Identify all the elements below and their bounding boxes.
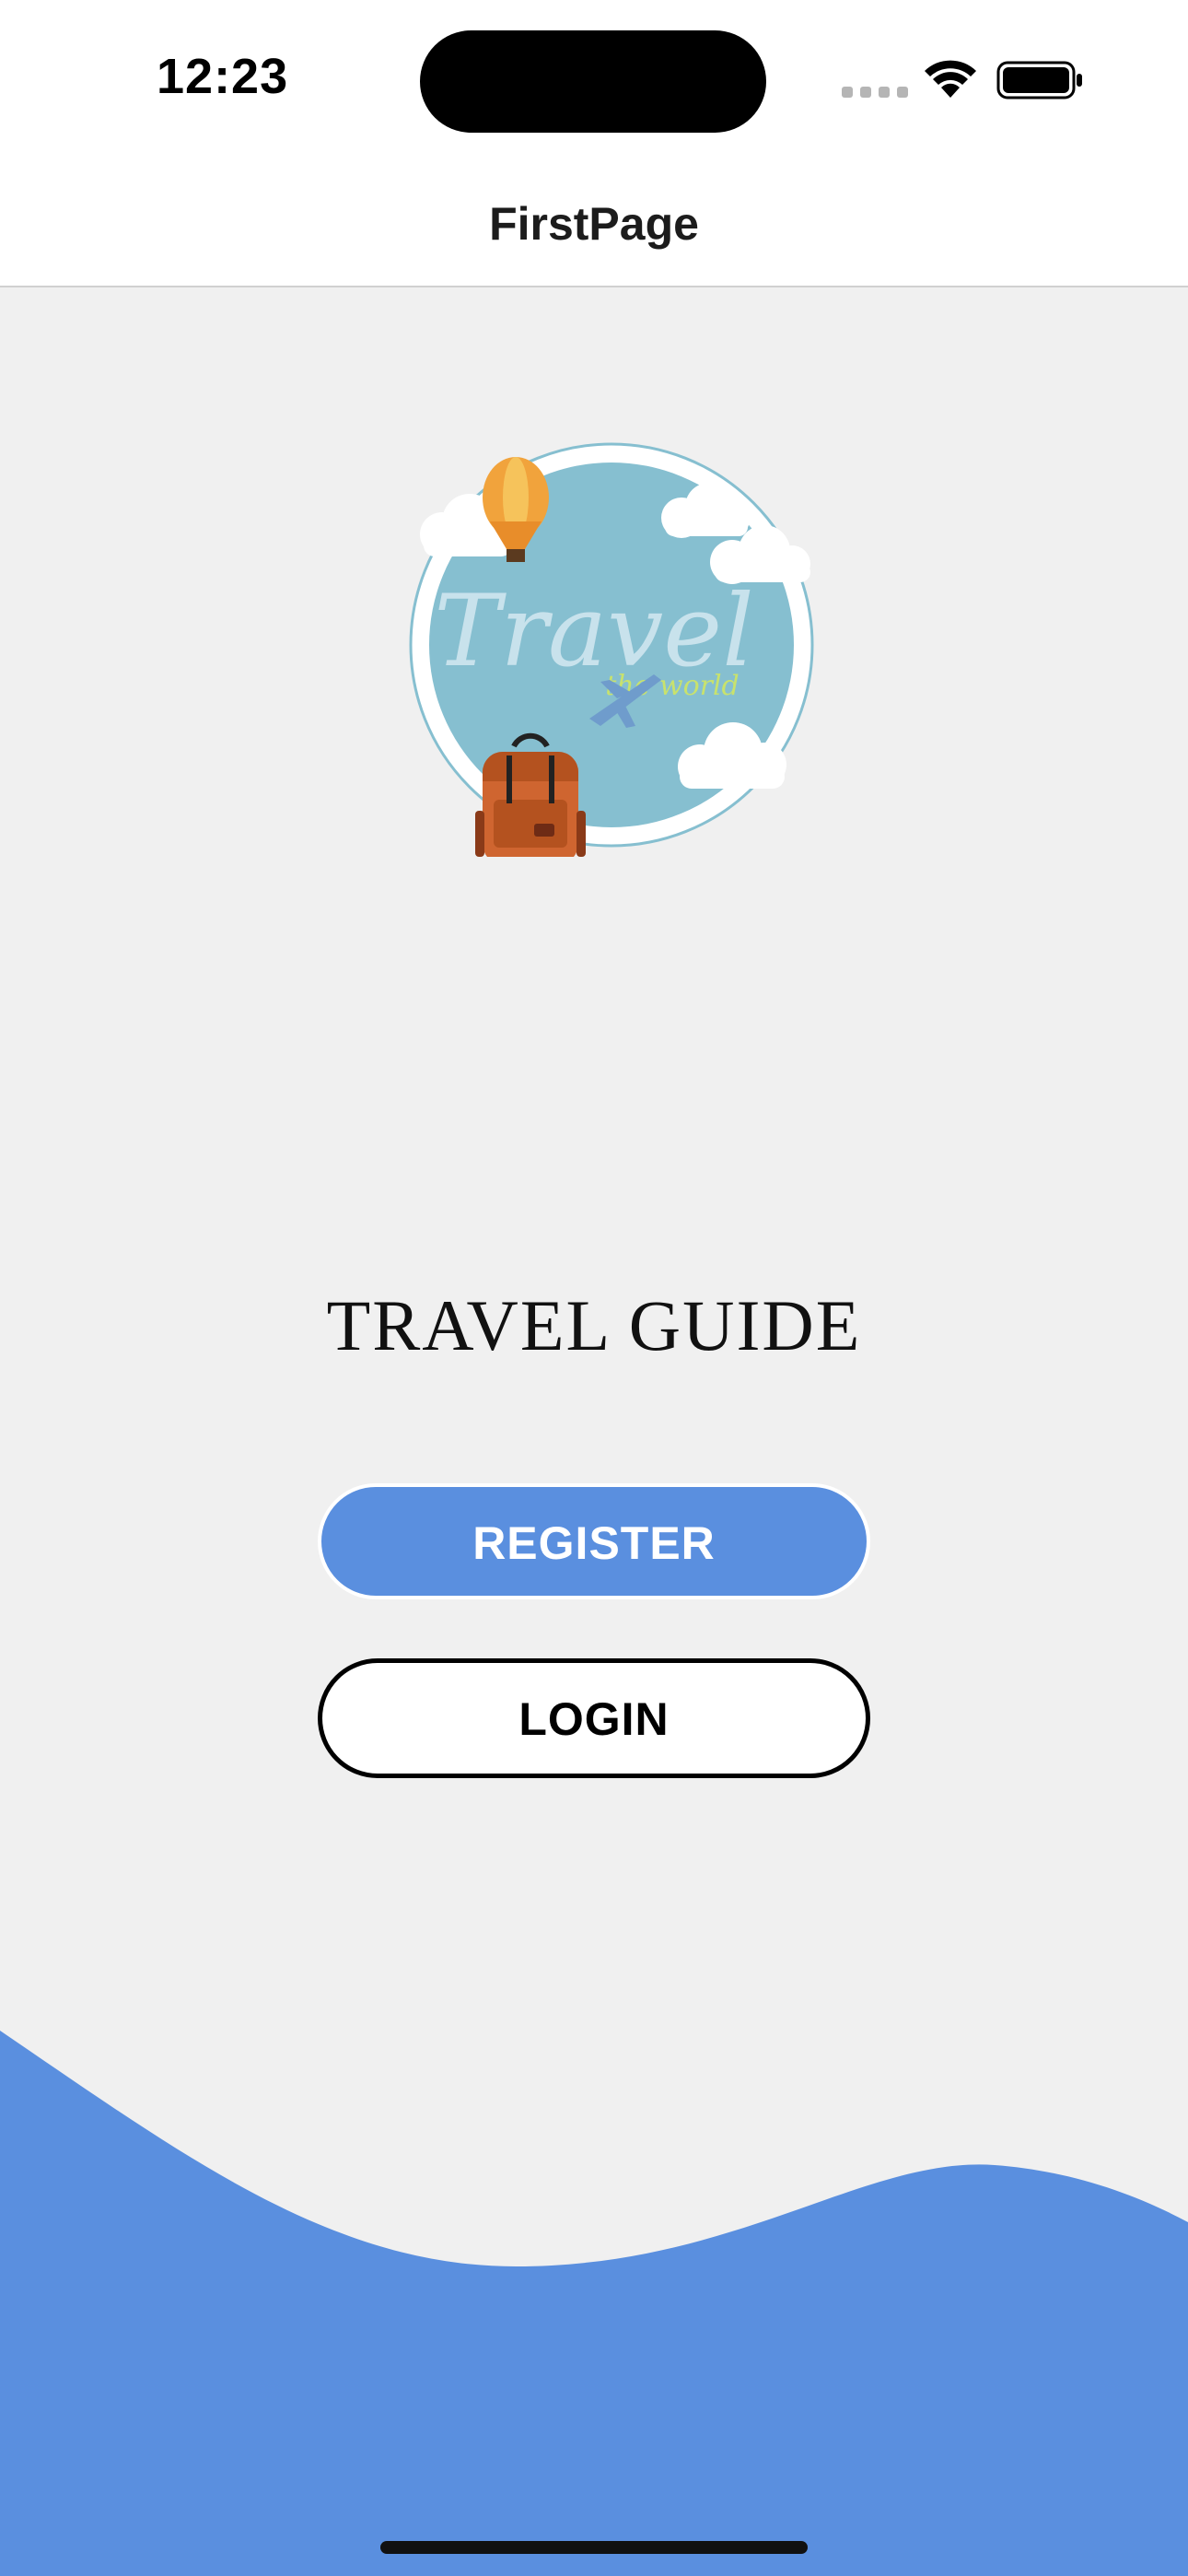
signal-dots-icon (842, 87, 908, 98)
register-button[interactable]: REGISTER (318, 1483, 870, 1599)
bottom-wave (0, 2031, 1188, 2576)
home-indicator (380, 2541, 808, 2554)
first-page-screen: 12:23 FirstPage Travel the world TRAVEL … (0, 0, 1188, 2576)
status-time: 12:23 (157, 49, 289, 104)
travel-logo: Travel the world (409, 442, 814, 857)
dynamic-island (420, 30, 766, 133)
login-button[interactable]: LOGIN (318, 1658, 870, 1778)
status-bar: 12:23 (0, 0, 1188, 166)
nav-title: FirstPage (489, 198, 699, 250)
battery-icon (996, 61, 1082, 100)
navigation-bar: FirstPage (0, 166, 1188, 287)
wifi-icon (925, 60, 976, 98)
app-title: TRAVEL GUIDE (326, 1285, 862, 1365)
